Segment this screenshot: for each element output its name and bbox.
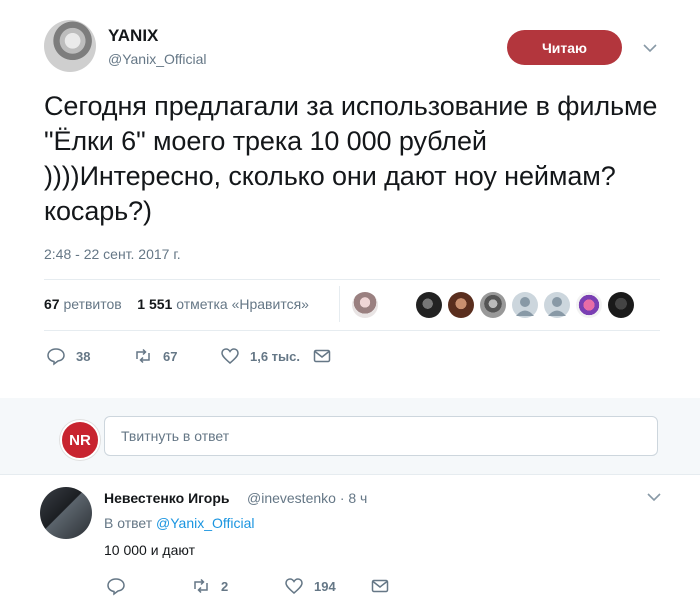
divider xyxy=(0,474,700,475)
reply-like-action[interactable]: 194 xyxy=(284,576,336,596)
divider xyxy=(44,330,660,331)
heart-icon xyxy=(285,578,303,594)
liker-avatar[interactable] xyxy=(608,292,634,318)
reply-to-prefix: В ответ xyxy=(104,515,153,531)
author-avatar[interactable] xyxy=(44,20,96,72)
message-icon[interactable] xyxy=(312,346,332,366)
chevron-down-icon[interactable] xyxy=(642,40,658,56)
reply-author-name[interactable]: Невестенко Игорь xyxy=(104,490,230,506)
reply-icon[interactable] xyxy=(106,576,126,596)
reply-to-link[interactable]: @Yanix_Official xyxy=(156,515,255,531)
liker-avatar[interactable] xyxy=(480,292,506,318)
reply-retweet-action[interactable]: 2 xyxy=(191,576,228,596)
reply-like-count: 194 xyxy=(314,578,336,594)
liker-avatar[interactable] xyxy=(576,292,602,318)
retweet-icon xyxy=(136,348,150,364)
retweet-count: 67 xyxy=(163,348,178,364)
retweet-icon xyxy=(194,578,208,594)
like-action[interactable]: 1,6 тыс. xyxy=(220,346,300,366)
tweet-stats: 67 ретвитов 1 551 отметка «Нравится» xyxy=(44,296,309,312)
likes-label: отметка «Нравится» xyxy=(176,296,309,312)
reply-author-handle[interactable]: @inevestenko · 8 ч xyxy=(247,490,367,506)
likes-count: 1 551 xyxy=(137,296,173,312)
following-button[interactable]: Читаю xyxy=(507,30,622,65)
retweets-count: 67 xyxy=(44,296,60,312)
message-icon[interactable] xyxy=(370,576,390,596)
retweet-action[interactable]: 67 xyxy=(133,346,177,366)
tweet-text: Сегодня предлагали за использование в фи… xyxy=(44,91,658,226)
user-avatar-logo[interactable]: NR xyxy=(60,420,100,460)
reply-input[interactable]: Твитнуть в ответ xyxy=(104,416,658,456)
likes-stat[interactable]: 1 551 отметка «Нравится» xyxy=(137,296,309,312)
stats-separator xyxy=(339,286,340,322)
like-count: 1,6 тыс. xyxy=(250,348,300,364)
tweet-timestamp[interactable]: 2:48 - 22 сент. 2017 г. xyxy=(44,246,181,262)
divider xyxy=(44,279,660,280)
retweets-stat[interactable]: 67 ретвитов xyxy=(44,296,122,312)
liker-avatar[interactable] xyxy=(352,292,378,318)
retweets-label: ретвитов xyxy=(63,296,122,312)
default-avatar-icon xyxy=(548,297,566,316)
reply-icon xyxy=(47,348,65,366)
liker-avatar[interactable] xyxy=(416,292,442,318)
reply-retweet-count: 2 xyxy=(221,578,229,594)
author-handle[interactable]: @Yanix_Official xyxy=(108,51,207,67)
heart-icon xyxy=(221,348,239,364)
author-name[interactable]: YANIX xyxy=(108,26,158,46)
liker-avatar[interactable] xyxy=(448,292,474,318)
default-avatar-icon xyxy=(516,297,534,316)
chevron-down-icon[interactable] xyxy=(646,489,662,505)
reply-to-line: В ответ @Yanix_Official xyxy=(104,515,255,531)
reply-action[interactable]: 38 xyxy=(46,346,90,366)
liker-avatar[interactable] xyxy=(544,292,570,318)
liker-avatar[interactable] xyxy=(512,292,538,318)
reply-text: 10 000 и дают xyxy=(104,542,195,558)
reply-count: 38 xyxy=(76,348,91,364)
reply-author-avatar[interactable] xyxy=(40,487,92,539)
